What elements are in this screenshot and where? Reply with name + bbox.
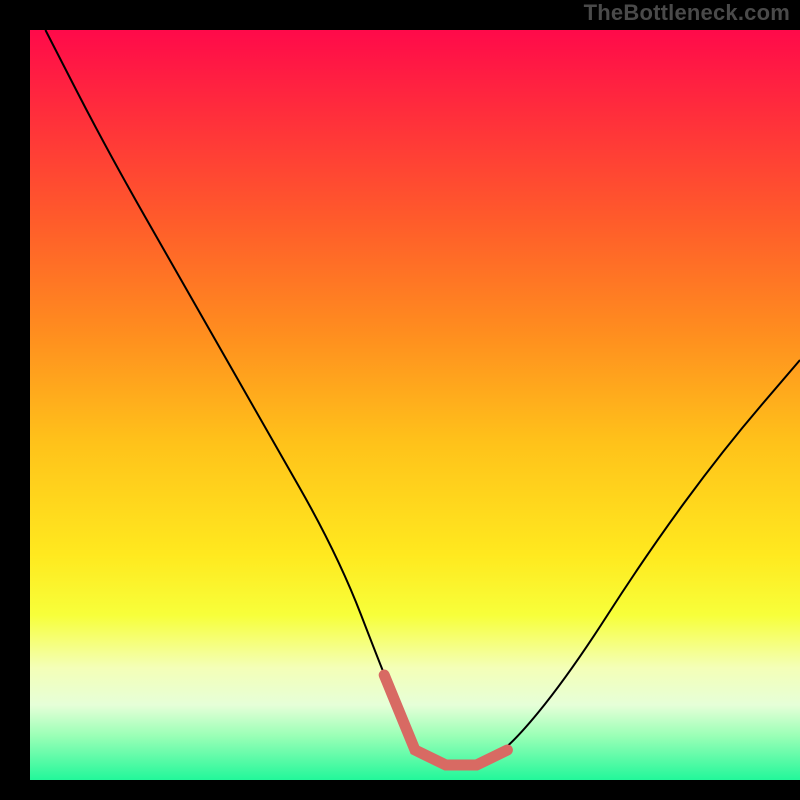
plot-background: [30, 30, 800, 780]
bottleneck-chart: [0, 0, 800, 800]
watermark-label: TheBottleneck.com: [584, 0, 790, 26]
chart-frame: TheBottleneck.com: [0, 0, 800, 800]
